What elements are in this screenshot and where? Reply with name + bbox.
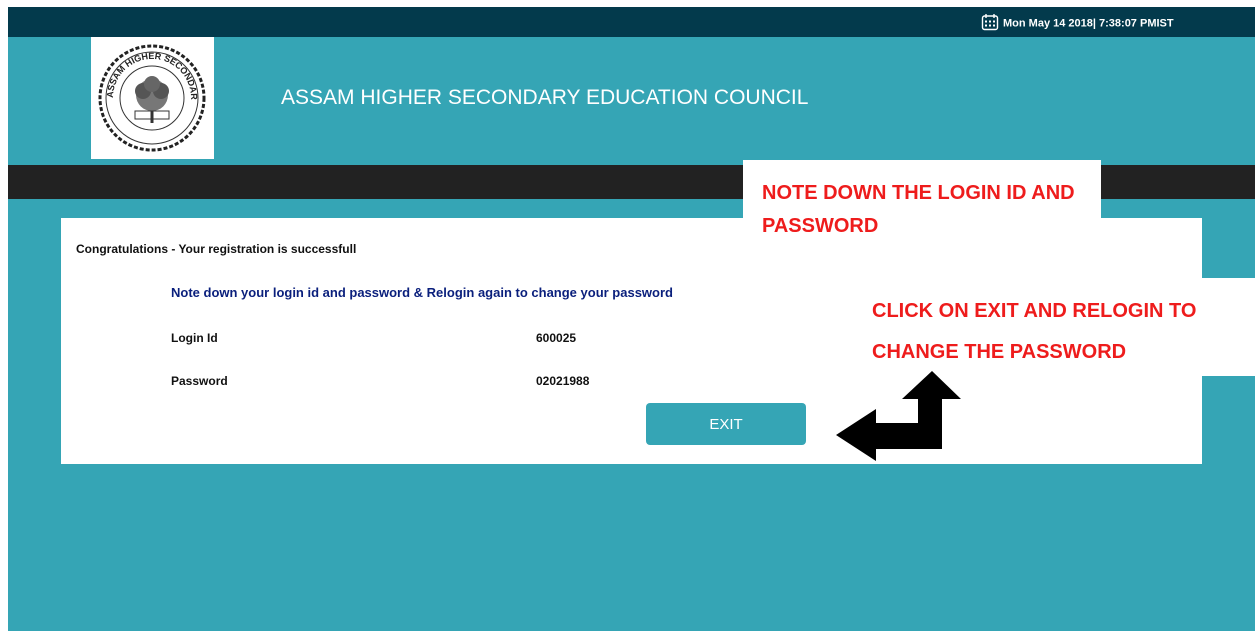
note-callout: NOTE DOWN THE LOGIN ID AND PASSWORD <box>743 160 1101 251</box>
arrow-icon <box>836 371 961 466</box>
council-logo: ASSAM HIGHER SECONDARY EDUCATION COUNCIL <box>87 29 214 159</box>
datetime-display: Mon May 14 2018| 7:38:07 PMIST <box>981 13 1174 34</box>
login-id-value: 600025 <box>536 331 577 345</box>
top-bar: Mon May 14 2018| 7:38:07 PMIST <box>8 7 1255 37</box>
exit-callout-line2: CHANGE THE PASSWORD <box>872 341 1127 363</box>
note-callout-text: NOTE DOWN THE LOGIN ID AND PASSWORD <box>762 182 1075 237</box>
success-message: Congratulations - Your registration is s… <box>76 242 357 256</box>
page-background: Mon May 14 2018| 7:38:07 PMIST ASSAM HIG… <box>8 7 1255 631</box>
exit-callout-line1: CLICK ON EXIT AND RELOGIN TO <box>872 300 1197 322</box>
login-id-label: Login Id <box>171 331 218 345</box>
password-value: 02021988 <box>536 374 590 388</box>
datetime-text: Mon May 14 2018| 7:38:07 PMIST <box>1003 17 1174 30</box>
instruction-note: Note down your login id and password & R… <box>171 285 673 300</box>
exit-callout: CLICK ON EXIT AND RELOGIN TO CHANGE THE … <box>863 278 1255 376</box>
password-label: Password <box>171 374 228 388</box>
calendar-icon <box>981 13 999 34</box>
exit-callout-text: CLICK ON EXIT AND RELOGIN TO CHANGE THE … <box>872 291 1196 373</box>
organization-title: ASSAM HIGHER SECONDARY EDUCATION COUNCIL <box>281 86 809 109</box>
exit-button[interactable]: EXIT <box>646 403 806 445</box>
